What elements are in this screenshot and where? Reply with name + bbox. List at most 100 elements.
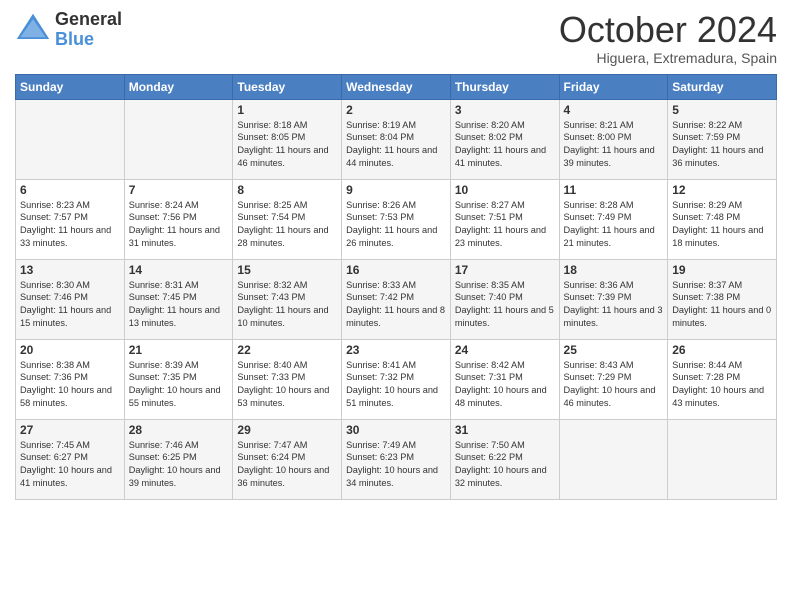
calendar-cell: 9 Sunrise: 8:26 AM Sunset: 7:53 PM Daylig… [342, 179, 451, 259]
day-info: Sunrise: 8:21 AM Sunset: 8:00 PM Dayligh… [564, 119, 664, 171]
weekday-header: Friday [559, 74, 668, 99]
day-number: 1 [237, 103, 337, 117]
calendar-cell: 17 Sunrise: 8:35 AM Sunset: 7:40 PM Dayli… [450, 259, 559, 339]
day-number: 19 [672, 263, 772, 277]
day-info: Sunrise: 8:31 AM Sunset: 7:45 PM Dayligh… [129, 279, 229, 331]
calendar-cell [124, 99, 233, 179]
day-number: 14 [129, 263, 229, 277]
day-info: Sunrise: 7:50 AM Sunset: 6:22 PM Dayligh… [455, 439, 555, 491]
day-info: Sunrise: 8:26 AM Sunset: 7:53 PM Dayligh… [346, 199, 446, 251]
day-number: 22 [237, 343, 337, 357]
header: General Blue October 2024 Higuera, Extre… [15, 10, 777, 66]
day-number: 7 [129, 183, 229, 197]
calendar-cell [559, 419, 668, 499]
day-number: 16 [346, 263, 446, 277]
day-number: 28 [129, 423, 229, 437]
calendar-cell: 12 Sunrise: 8:29 AM Sunset: 7:48 PM Dayli… [668, 179, 777, 259]
day-number: 17 [455, 263, 555, 277]
calendar-cell: 13 Sunrise: 8:30 AM Sunset: 7:46 PM Dayli… [16, 259, 125, 339]
calendar-cell: 20 Sunrise: 8:38 AM Sunset: 7:36 PM Dayli… [16, 339, 125, 419]
page: General Blue October 2024 Higuera, Extre… [0, 0, 792, 612]
calendar-cell [668, 419, 777, 499]
calendar-cell [16, 99, 125, 179]
calendar-cell: 14 Sunrise: 8:31 AM Sunset: 7:45 PM Dayli… [124, 259, 233, 339]
calendar-cell: 28 Sunrise: 7:46 AM Sunset: 6:25 PM Dayli… [124, 419, 233, 499]
weekday-header: Saturday [668, 74, 777, 99]
location-subtitle: Higuera, Extremadura, Spain [559, 50, 777, 66]
day-number: 2 [346, 103, 446, 117]
day-number: 8 [237, 183, 337, 197]
day-info: Sunrise: 7:49 AM Sunset: 6:23 PM Dayligh… [346, 439, 446, 491]
day-info: Sunrise: 8:29 AM Sunset: 7:48 PM Dayligh… [672, 199, 772, 251]
day-info: Sunrise: 8:37 AM Sunset: 7:38 PM Dayligh… [672, 279, 772, 331]
calendar-cell: 3 Sunrise: 8:20 AM Sunset: 8:02 PM Daylig… [450, 99, 559, 179]
day-info: Sunrise: 7:45 AM Sunset: 6:27 PM Dayligh… [20, 439, 120, 491]
day-info: Sunrise: 8:18 AM Sunset: 8:05 PM Dayligh… [237, 119, 337, 171]
day-number: 29 [237, 423, 337, 437]
calendar-cell: 16Sunrise: 8:33 AM Sunset: 7:42 PM Dayli… [342, 259, 451, 339]
calendar-cell: 26 Sunrise: 8:44 AM Sunset: 7:28 PM Dayli… [668, 339, 777, 419]
calendar-cell: 6 Sunrise: 8:23 AM Sunset: 7:57 PM Daylig… [16, 179, 125, 259]
day-info: Sunrise: 8:30 AM Sunset: 7:46 PM Dayligh… [20, 279, 120, 331]
day-info: Sunrise: 8:36 AM Sunset: 7:39 PM Dayligh… [564, 279, 664, 331]
day-info: Sunrise: 8:43 AM Sunset: 7:29 PM Dayligh… [564, 359, 664, 411]
day-info: Sunrise: 8:42 AM Sunset: 7:31 PM Dayligh… [455, 359, 555, 411]
logo-icon [15, 12, 51, 48]
month-title: October 2024 [559, 10, 777, 50]
day-number: 23 [346, 343, 446, 357]
calendar-cell: 8 Sunrise: 8:25 AM Sunset: 7:54 PM Daylig… [233, 179, 342, 259]
calendar-cell: 18 Sunrise: 8:36 AM Sunset: 7:39 PM Dayli… [559, 259, 668, 339]
day-number: 21 [129, 343, 229, 357]
calendar-cell: 15 Sunrise: 8:32 AM Sunset: 7:43 PM Dayli… [233, 259, 342, 339]
day-info: Sunrise: 8:24 AM Sunset: 7:56 PM Dayligh… [129, 199, 229, 251]
day-info: Sunrise: 8:25 AM Sunset: 7:54 PM Dayligh… [237, 199, 337, 251]
day-number: 3 [455, 103, 555, 117]
calendar-cell: 2Sunrise: 8:19 AM Sunset: 8:04 PM Daylig… [342, 99, 451, 179]
day-number: 13 [20, 263, 120, 277]
day-info: Sunrise: 8:39 AM Sunset: 7:35 PM Dayligh… [129, 359, 229, 411]
day-info: Sunrise: 8:23 AM Sunset: 7:57 PM Dayligh… [20, 199, 120, 251]
day-number: 31 [455, 423, 555, 437]
logo-text: General Blue [55, 10, 122, 50]
day-number: 30 [346, 423, 446, 437]
day-number: 6 [20, 183, 120, 197]
day-number: 4 [564, 103, 664, 117]
day-number: 12 [672, 183, 772, 197]
day-number: 20 [20, 343, 120, 357]
weekday-header: Thursday [450, 74, 559, 99]
calendar-cell: 31 Sunrise: 7:50 AM Sunset: 6:22 PM Dayli… [450, 419, 559, 499]
calendar-cell: 29 Sunrise: 7:47 AM Sunset: 6:24 PM Dayli… [233, 419, 342, 499]
calendar-cell: 5Sunrise: 8:22 AM Sunset: 7:59 PM Daylig… [668, 99, 777, 179]
weekday-header: Monday [124, 74, 233, 99]
day-number: 26 [672, 343, 772, 357]
day-number: 11 [564, 183, 664, 197]
calendar-table: SundayMondayTuesdayWednesdayThursdayFrid… [15, 74, 777, 500]
day-number: 5 [672, 103, 772, 117]
day-number: 15 [237, 263, 337, 277]
calendar-cell: 24 Sunrise: 8:42 AM Sunset: 7:31 PM Dayli… [450, 339, 559, 419]
day-number: 24 [455, 343, 555, 357]
weekday-header: Wednesday [342, 74, 451, 99]
weekday-header: Sunday [16, 74, 125, 99]
calendar-cell: 22 Sunrise: 8:40 AM Sunset: 7:33 PM Dayli… [233, 339, 342, 419]
logo: General Blue [15, 10, 122, 50]
calendar-cell: 30 Sunrise: 7:49 AM Sunset: 6:23 PM Dayli… [342, 419, 451, 499]
calendar-cell: 11Sunrise: 8:28 AM Sunset: 7:49 PM Dayli… [559, 179, 668, 259]
day-info: Sunrise: 8:44 AM Sunset: 7:28 PM Dayligh… [672, 359, 772, 411]
day-number: 9 [346, 183, 446, 197]
calendar-cell: 25Sunrise: 8:43 AM Sunset: 7:29 PM Dayli… [559, 339, 668, 419]
calendar-cell: 10Sunrise: 8:27 AM Sunset: 7:51 PM Dayli… [450, 179, 559, 259]
day-number: 18 [564, 263, 664, 277]
day-info: Sunrise: 8:35 AM Sunset: 7:40 PM Dayligh… [455, 279, 555, 331]
day-info: Sunrise: 7:47 AM Sunset: 6:24 PM Dayligh… [237, 439, 337, 491]
day-info: Sunrise: 7:46 AM Sunset: 6:25 PM Dayligh… [129, 439, 229, 491]
day-info: Sunrise: 8:41 AM Sunset: 7:32 PM Dayligh… [346, 359, 446, 411]
day-info: Sunrise: 8:32 AM Sunset: 7:43 PM Dayligh… [237, 279, 337, 331]
day-info: Sunrise: 8:38 AM Sunset: 7:36 PM Dayligh… [20, 359, 120, 411]
day-number: 10 [455, 183, 555, 197]
day-info: Sunrise: 8:20 AM Sunset: 8:02 PM Dayligh… [455, 119, 555, 171]
calendar-cell: 27Sunrise: 7:45 AM Sunset: 6:27 PM Dayli… [16, 419, 125, 499]
weekday-header: Tuesday [233, 74, 342, 99]
day-info: Sunrise: 8:40 AM Sunset: 7:33 PM Dayligh… [237, 359, 337, 411]
calendar-cell: 21 Sunrise: 8:39 AM Sunset: 7:35 PM Dayli… [124, 339, 233, 419]
